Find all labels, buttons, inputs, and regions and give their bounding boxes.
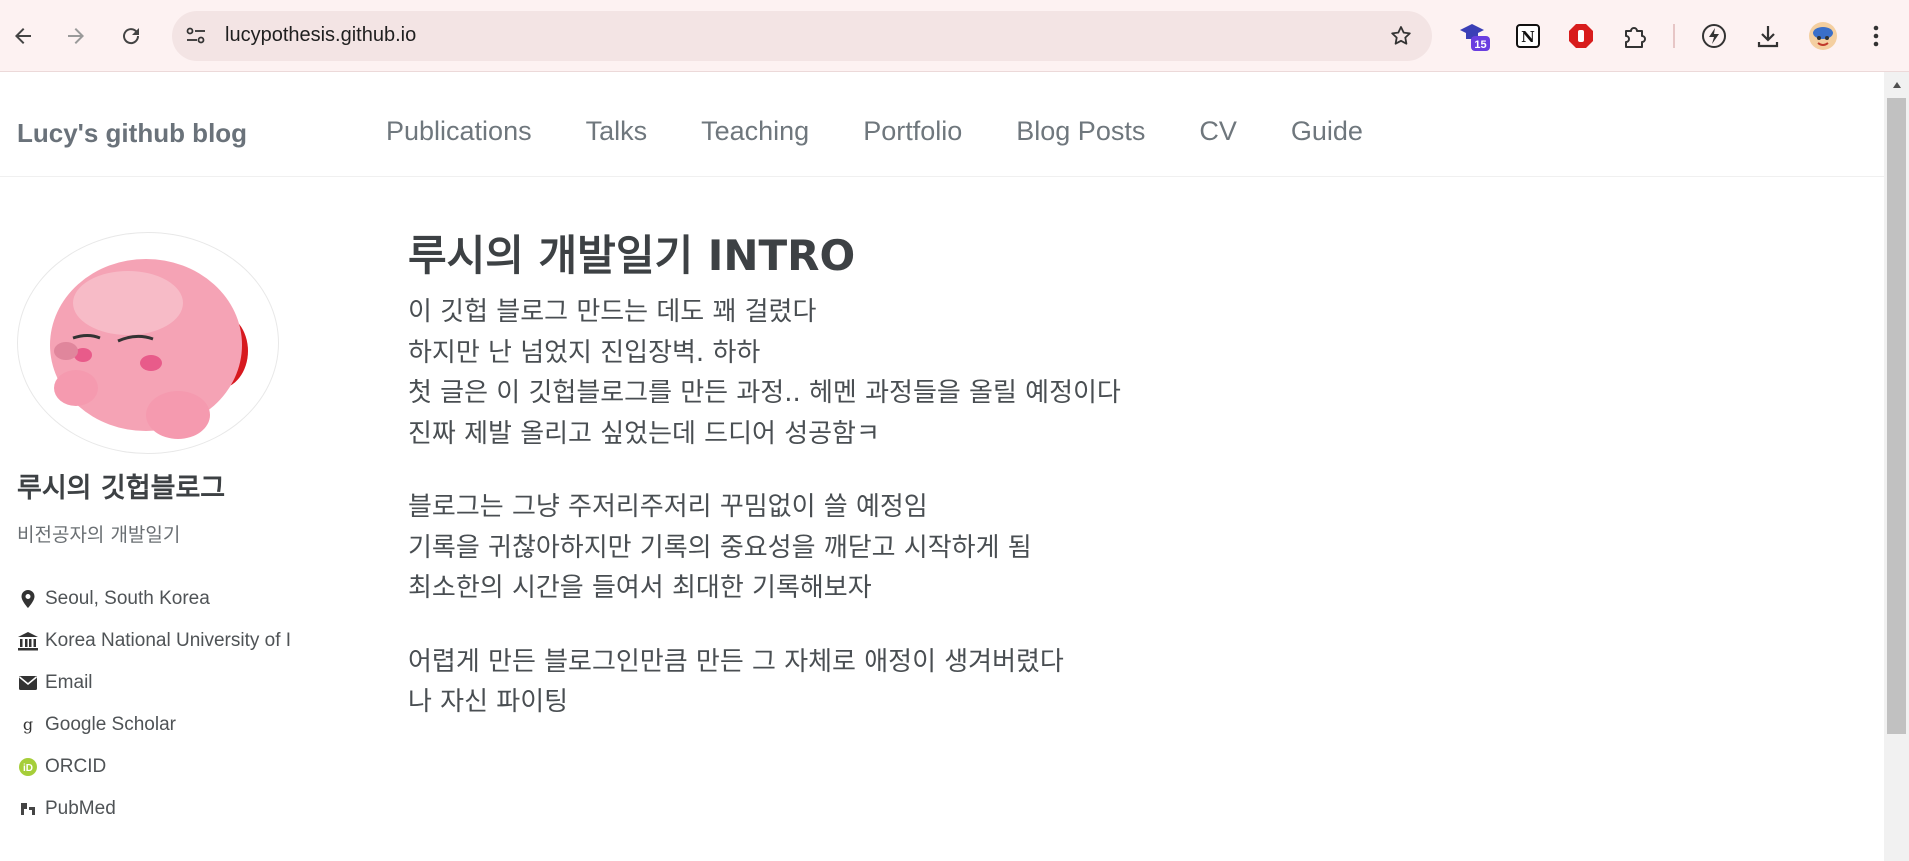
paragraph: 어렵게 만든 블로그인만큼 만든 그 자체로 애정이 생겨버렸다 나 자신 파이… [408, 642, 1121, 723]
nav-portfolio[interactable]: Portfolio [863, 116, 962, 147]
address-bar[interactable]: lucypothesis.github.io [172, 11, 1432, 61]
text-line: 기록을 귀찮아하지만 기록의 중요성을 깨닫고 시작하게 됨 [408, 532, 1032, 563]
bolt-circle-icon[interactable] [1697, 19, 1731, 53]
author-name: 루시의 깃헙블로그 [17, 473, 226, 504]
text-line: 이 깃헙 블로그 만드는 데도 꽤 걸렸다 [408, 297, 817, 327]
location-item: Seoul, South Korea [17, 578, 307, 620]
google-scholar-text[interactable]: Google Scholar [45, 714, 176, 736]
location-text: Seoul, South Korea [45, 588, 210, 609]
scroll-up-arrow-icon[interactable] [1884, 76, 1909, 94]
google-scholar-icon: g [17, 714, 39, 736]
author-avatar [17, 232, 279, 454]
site-masthead: Lucy's github blog Publications Talks Te… [0, 72, 1884, 177]
puzzle-extensions-icon[interactable] [1618, 19, 1652, 53]
google-scholar-link[interactable]: g Google Scholar [17, 704, 307, 746]
email-text[interactable]: Email [45, 672, 93, 694]
author-bio: 비전공자의 개발일기 [17, 524, 181, 546]
pubmed-link[interactable]: PubMed [17, 788, 307, 830]
nav-teaching[interactable]: Teaching [701, 116, 809, 147]
reload-button[interactable] [112, 17, 150, 55]
map-marker-icon [17, 588, 39, 610]
text-line: 진짜 제발 올리고 싶었는데 드디어 성공함ㅋ [408, 418, 880, 449]
more-menu-icon[interactable] [1859, 19, 1893, 53]
pubmed-text[interactable]: PubMed [45, 798, 116, 820]
nav-cv[interactable]: CV [1199, 116, 1237, 147]
employer-item: Korea National University of I [17, 620, 307, 662]
profile-avatar-icon[interactable] [1806, 19, 1840, 53]
pubmed-icon [17, 798, 39, 820]
notion-icon[interactable]: N [1511, 19, 1545, 53]
arrow-right-icon [68, 28, 84, 44]
text-line: 블로그는 그냥 주저리주저리 꾸밈없이 쓸 예정임 [408, 492, 928, 522]
text-line: 첫 글은 이 깃헙블로그를 만든 과정.. 헤멘 과정들을 올릴 예정이다 [408, 378, 1121, 408]
text-line: 최소한의 시간을 들여서 최대한 기록해보자 [408, 573, 872, 603]
arrow-left-icon [15, 28, 31, 44]
forward-button[interactable] [57, 17, 95, 55]
paragraph: 블로그는 그냥 주저리주저리 꾸밈없이 쓸 예정임 기록을 귀찮아하지만 기록의… [408, 487, 1121, 609]
hat-extension-icon[interactable]: 15 [1457, 19, 1491, 53]
bookmark-star-icon[interactable] [1388, 23, 1414, 49]
svg-text:N: N [1521, 28, 1535, 46]
text-line: 하지만 난 넘었지 진입장벽. 하하 [408, 337, 761, 368]
site-info-icon[interactable] [184, 24, 208, 48]
browser-toolbar: lucypothesis.github.io 15 N [0, 0, 1909, 72]
paragraph: 이 깃헙 블로그 만드는 데도 꽤 걸렸다 하지만 난 넘었지 진입장벽. 하하… [408, 292, 1121, 454]
author-links: Seoul, South Korea Korea National Univer… [17, 578, 307, 830]
svg-text:15: 15 [1474, 39, 1486, 51]
reload-icon [123, 28, 140, 45]
scroll-thumb[interactable] [1887, 98, 1906, 734]
nav-guide[interactable]: Guide [1291, 116, 1363, 147]
nav-publications[interactable]: Publications [386, 116, 532, 147]
svg-text:g: g [23, 716, 33, 734]
stop-hand-icon[interactable] [1564, 19, 1598, 53]
email-link[interactable]: Email [17, 662, 307, 704]
toolbar-separator [1673, 24, 1675, 48]
orcid-link[interactable]: iD ORCID [17, 746, 307, 788]
back-button[interactable] [4, 17, 42, 55]
page-scrollbar[interactable] [1884, 72, 1909, 861]
nav-blog-posts[interactable]: Blog Posts [1016, 116, 1145, 147]
post-content: 이 깃헙 블로그 만드는 데도 꽤 걸렸다 하지만 난 넘었지 진입장벽. 하하… [408, 292, 1121, 756]
envelope-icon [17, 672, 39, 694]
nav-talks[interactable]: Talks [586, 116, 648, 147]
employer-text: Korea National University of I [45, 630, 292, 651]
university-icon [17, 630, 39, 652]
site-title-link[interactable]: Lucy's github blog [17, 118, 247, 149]
page-title: 루시의 개발일기 INTRO [408, 231, 856, 280]
download-icon[interactable] [1751, 19, 1785, 53]
orcid-icon: iD [17, 756, 39, 778]
text-line: 어렵게 만든 블로그인만큼 만든 그 자체로 애정이 생겨버렸다 [408, 646, 1064, 677]
url-text[interactable]: lucypothesis.github.io [225, 24, 416, 47]
main-nav: Publications Talks Teaching Portfolio Bl… [386, 116, 1417, 147]
text-line: 나 자신 파이팅 [408, 687, 569, 717]
svg-text:iD: iD [23, 763, 33, 774]
orcid-text[interactable]: ORCID [45, 756, 106, 778]
